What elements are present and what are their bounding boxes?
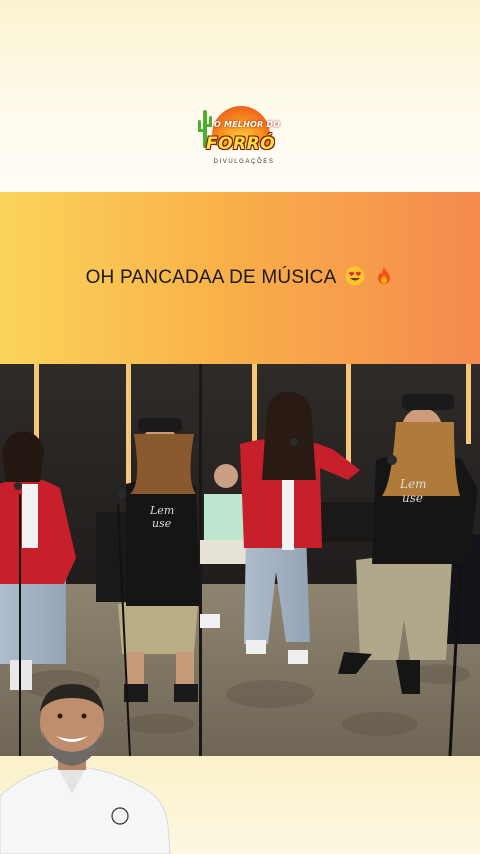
svg-text:use: use xyxy=(402,491,423,505)
svg-text:use: use xyxy=(152,517,172,530)
svg-text:Lem: Lem xyxy=(149,504,174,517)
logo-text-sub: DIVULGAÇÕES xyxy=(213,159,275,165)
heart-eyes-emoji xyxy=(345,266,365,286)
headline-text: OH PANCADAA DE MÚSICA xyxy=(85,267,336,288)
brand-logo[interactable]: O MELHOR DO FORRÓ DIVULGAÇÕES xyxy=(194,104,286,170)
presenter-avatar xyxy=(0,684,171,854)
fire-emoji xyxy=(378,267,391,284)
post-headline: OH PANCADAA DE MÚSICA xyxy=(0,266,480,289)
logo-text-top: O MELHOR DO xyxy=(214,120,281,129)
svg-text:Lem: Lem xyxy=(399,477,426,491)
logo-text-main: FORRÓ xyxy=(206,134,276,154)
